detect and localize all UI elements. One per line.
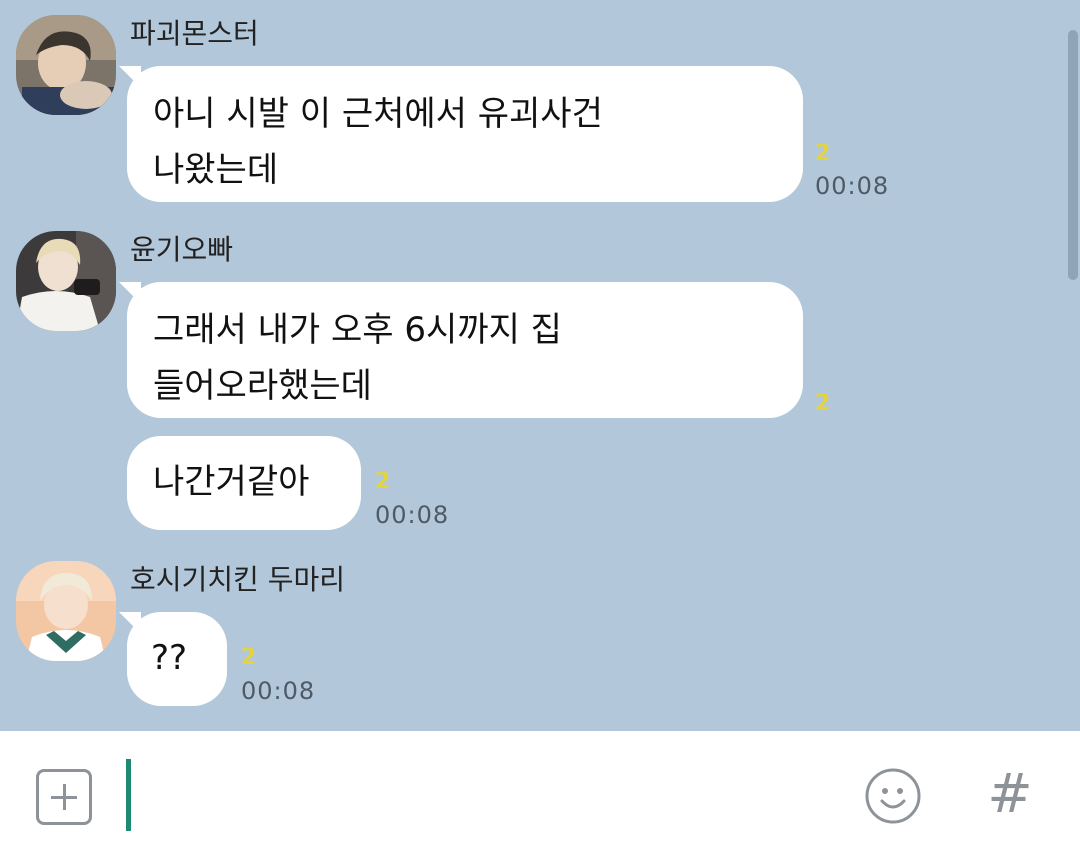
message-time: 00:08 — [815, 172, 890, 200]
scrollbar[interactable] — [1068, 30, 1078, 280]
avatar[interactable] — [16, 15, 116, 115]
message-time: 00:08 — [375, 501, 450, 529]
message-text: 나간거같아 — [153, 462, 310, 502]
unread-count: 2 — [815, 391, 831, 416]
text-cursor — [126, 759, 131, 831]
sender-name: 호시기치킨 두마리 — [130, 563, 345, 596]
plus-square-icon[interactable] — [36, 769, 92, 825]
unread-count: 2 — [375, 469, 391, 494]
message-bubble[interactable]: 그래서 내가 오후 6시까지 집 들어오라했는데 — [119, 282, 803, 418]
avatar[interactable] — [16, 231, 116, 331]
message-text: 들어오라했는데 — [153, 366, 372, 406]
hashtag-icon[interactable]: # — [982, 761, 1038, 827]
message-text: 아니 시발 이 근처에서 유괴사건 — [153, 94, 603, 134]
chat-area[interactable]: 파괴몬스터 아니 시발 이 근처에서 유괴사건 나왔는데 2 00:08 윤기오… — [0, 0, 1080, 731]
sender-name: 윤기오빠 — [130, 233, 234, 266]
message-input[interactable] — [126, 759, 836, 829]
input-bar: # — [0, 731, 1080, 857]
smiley-icon[interactable] — [864, 767, 922, 825]
message-text: ?? — [151, 638, 188, 678]
sender-name: 파괴몬스터 — [130, 17, 259, 50]
message-text: 그래서 내가 오후 6시까지 집 — [153, 310, 562, 350]
message-text: 나왔는데 — [153, 150, 279, 190]
message-bubble[interactable]: 아니 시발 이 근처에서 유괴사건 나왔는데 — [119, 66, 803, 202]
unread-count: 2 — [815, 141, 831, 166]
message-time: 00:08 — [241, 677, 316, 705]
avatar[interactable] — [16, 561, 116, 661]
unread-count: 2 — [241, 645, 257, 670]
message-bubble[interactable]: 나간거같아 — [127, 436, 361, 530]
message-bubble[interactable]: ?? — [119, 612, 227, 706]
